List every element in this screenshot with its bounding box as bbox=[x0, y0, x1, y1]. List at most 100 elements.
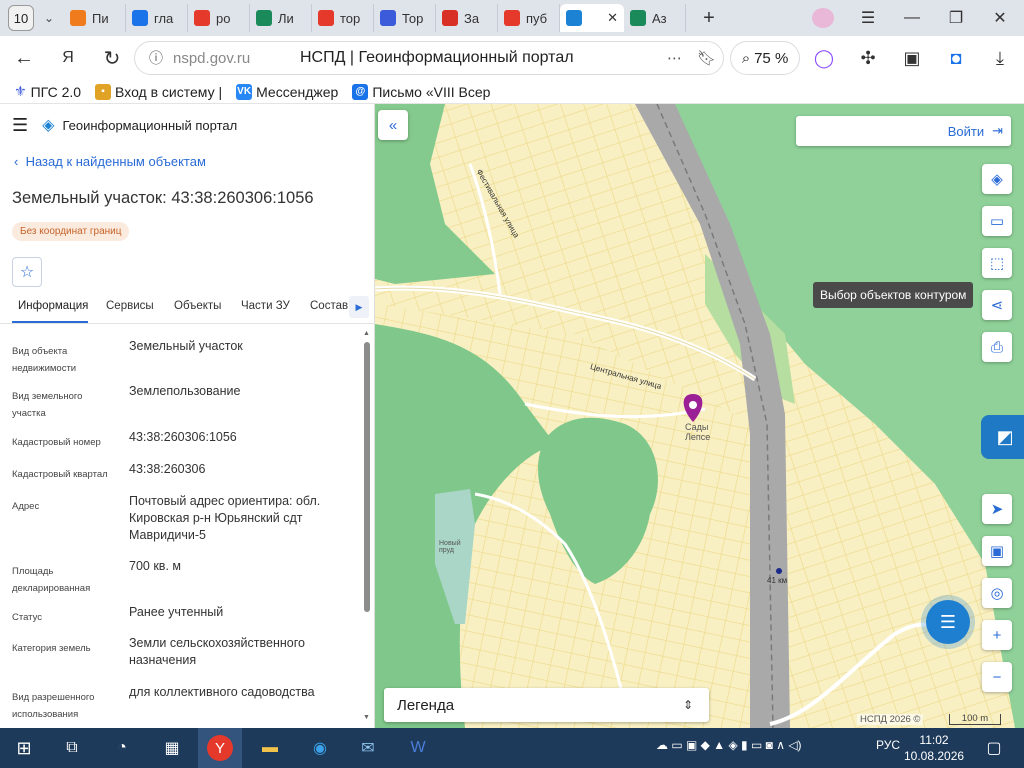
info-value: Землепользование bbox=[129, 384, 241, 398]
browser-tab[interactable]: тор bbox=[312, 4, 374, 32]
clock-time: 11:02 bbox=[919, 733, 949, 747]
restore-button[interactable]: ❐ bbox=[934, 0, 978, 36]
address-bar-row: ← Я ↻ ⓘ nspd.gov.ru НСПД | Геоинформацио… bbox=[0, 36, 1024, 80]
login-label: Войти bbox=[947, 123, 985, 139]
bookmark-item[interactable]: @ Письмо «VIII Всер bbox=[352, 83, 490, 100]
yandex-icon bbox=[318, 10, 334, 26]
browser-tab[interactable]: ✕ bbox=[560, 4, 624, 32]
info-value: Земли сельскохозяйственного назначения bbox=[129, 636, 305, 667]
scroll-up-icon[interactable]: ▲ bbox=[363, 330, 370, 337]
print-button[interactable]: ⎙ bbox=[982, 332, 1012, 362]
collections-icon[interactable]: ▣ bbox=[894, 40, 930, 76]
zoom-in-button[interactable]: + bbox=[982, 620, 1012, 650]
pkk-app-button[interactable]: ◩ bbox=[981, 415, 1024, 459]
info-value: Ранее учтенный bbox=[129, 605, 224, 619]
new-tab-button[interactable]: + bbox=[694, 7, 724, 30]
zoom-indicator[interactable]: ⌕ 75 % bbox=[730, 41, 800, 75]
store-icon[interactable]: ▦ bbox=[156, 733, 188, 763]
task-view-icon[interactable]: ⧉ bbox=[56, 733, 88, 763]
collapse-panel-button[interactable]: « bbox=[378, 110, 408, 140]
tab-objects[interactable]: Объекты bbox=[174, 300, 221, 312]
login-button[interactable]: Войти ⇥ bbox=[796, 116, 1011, 146]
tab-parts[interactable]: Части ЗУ bbox=[241, 300, 290, 312]
file-explorer-icon[interactable]: ▬ bbox=[254, 733, 286, 763]
scrollbar-thumb[interactable] bbox=[364, 342, 370, 612]
folder-icon: ▪ bbox=[95, 83, 112, 100]
bookmark-item[interactable]: VK Мессенджер bbox=[236, 83, 338, 100]
system-clock[interactable]: 11:02 10.08.2026 bbox=[904, 732, 964, 764]
scale-bar: 100 m bbox=[949, 714, 1001, 725]
layers-button[interactable]: ◈ bbox=[982, 164, 1012, 194]
share-button[interactable]: ⋖ bbox=[982, 290, 1012, 320]
search-location-button[interactable]: ◎ bbox=[982, 578, 1012, 608]
alice-icon[interactable]: ◯ bbox=[806, 40, 842, 76]
scroll-down-icon[interactable]: ▼ bbox=[363, 714, 370, 721]
tab-services[interactable]: Сервисы bbox=[106, 300, 154, 312]
language-indicator[interactable]: РУС bbox=[876, 738, 900, 752]
browser-tab-bar: 10 ⌄ Пи гла ро Ли тор Тор За пуб ✕ Аз + ☰ — ❐ ✕ bbox=[0, 0, 1024, 36]
yandex-browser-icon[interactable]: Y bbox=[198, 728, 242, 768]
bookmark-item[interactable]: ▪ Вход в систему | bbox=[95, 83, 222, 100]
back-arrow-icon[interactable]: ← bbox=[4, 38, 44, 78]
download-icon[interactable]: ⤓ bbox=[982, 40, 1018, 76]
browser-tab[interactable]: Ли bbox=[250, 4, 312, 32]
map-canvas[interactable] bbox=[375, 104, 1024, 728]
more-icon[interactable]: ⋯ bbox=[667, 49, 682, 67]
tab-count-button[interactable]: 10 bbox=[8, 5, 34, 31]
browser-tab[interactable]: Пи bbox=[64, 4, 126, 32]
browser-tab[interactable]: ро bbox=[188, 4, 250, 32]
map-view[interactable]: Центральная улица Фестивальная улица Сад… bbox=[375, 104, 1024, 728]
mail-icon[interactable]: ✉ bbox=[352, 733, 384, 763]
notifications-icon[interactable]: ▢ bbox=[978, 733, 1010, 763]
zoom-out-button[interactable]: − bbox=[982, 662, 1012, 692]
back-to-results-link[interactable]: ‹ Назад к найденным объектам bbox=[14, 154, 374, 169]
contour-select-button[interactable]: ⬚ bbox=[982, 248, 1012, 278]
yandex-icon[interactable]: Я bbox=[48, 38, 88, 78]
edge-icon[interactable]: ◉ bbox=[304, 733, 336, 763]
tray-icons[interactable]: ☁ ▭ ▣ ◆ ▲ ◈ ▮ ▭ ◙ ∧ ◁) bbox=[656, 738, 802, 752]
reload-icon[interactable]: ↻ bbox=[92, 38, 132, 78]
panel-scrollbar[interactable]: ▲ ▼ bbox=[362, 328, 372, 724]
info-value: 700 кв. м bbox=[129, 559, 181, 573]
profile-avatar[interactable] bbox=[812, 8, 834, 28]
ruler-button[interactable]: ▭ bbox=[982, 206, 1012, 236]
chevron-down-icon[interactable]: ⌄ bbox=[34, 11, 64, 25]
browser-tab[interactable]: гла bbox=[126, 4, 188, 32]
minimize-button[interactable]: — bbox=[890, 0, 934, 36]
chevron-left-icon: ‹ bbox=[14, 154, 19, 169]
tab-composition[interactable]: Состав bbox=[310, 300, 348, 312]
chat-button[interactable]: ☰ bbox=[926, 600, 970, 644]
legend-dropdown[interactable]: Легенда ⇕ bbox=[384, 688, 709, 722]
menu-icon[interactable]: ☰ bbox=[846, 0, 890, 36]
browser-tab[interactable]: Аз bbox=[624, 4, 686, 32]
browser-tab[interactable]: пуб bbox=[498, 4, 560, 32]
site-info-icon[interactable]: ⓘ bbox=[149, 48, 163, 68]
geolocate-button[interactable]: ➤ bbox=[982, 494, 1012, 524]
minimap-button[interactable]: ▣ bbox=[982, 536, 1012, 566]
browser-tab[interactable]: За bbox=[436, 4, 498, 32]
info-label: Площадь декларированная bbox=[12, 566, 91, 594]
tabs-scroll-right-button[interactable]: ▶ bbox=[349, 296, 369, 318]
tab-info[interactable]: Информация bbox=[18, 300, 88, 312]
object-info-panel: ☰ ◈ Геоинформационный портал ‹ Назад к н… bbox=[0, 104, 375, 728]
bookmark-icon[interactable]: 🔖︎ bbox=[697, 49, 716, 67]
extensions-icon[interactable]: ✣ bbox=[850, 40, 886, 76]
browser-tab[interactable]: Тор bbox=[374, 4, 436, 32]
info-label: Статус bbox=[12, 612, 43, 623]
minus-icon: − bbox=[992, 668, 1002, 686]
panel-header: ☰ ◈ Геоинформационный портал bbox=[0, 104, 374, 146]
close-window-button[interactable]: ✕ bbox=[978, 0, 1022, 36]
hamburger-icon[interactable]: ☰ bbox=[12, 115, 28, 136]
search-app-icon[interactable]: ◔ bbox=[106, 733, 138, 763]
url-field[interactable]: ⓘ nspd.gov.ru НСПД | Геоинформационный п… bbox=[134, 41, 724, 75]
word-icon[interactable]: W bbox=[402, 733, 434, 763]
profile-sync-icon[interactable]: ◘ bbox=[938, 40, 974, 76]
close-tab-icon[interactable]: ✕ bbox=[607, 10, 618, 26]
double-chevron-left-icon: « bbox=[388, 116, 398, 134]
place-label: Сады Лепсе bbox=[685, 422, 711, 442]
favorite-button[interactable]: ☆ bbox=[12, 257, 42, 287]
windows-start-icon[interactable]: ⊞ bbox=[8, 733, 40, 763]
bookmark-item[interactable]: ⚜ ПГС 2.0 bbox=[14, 83, 81, 100]
info-label: Вид разрешенного использования bbox=[12, 692, 95, 720]
vk-icon: VK bbox=[236, 83, 253, 100]
